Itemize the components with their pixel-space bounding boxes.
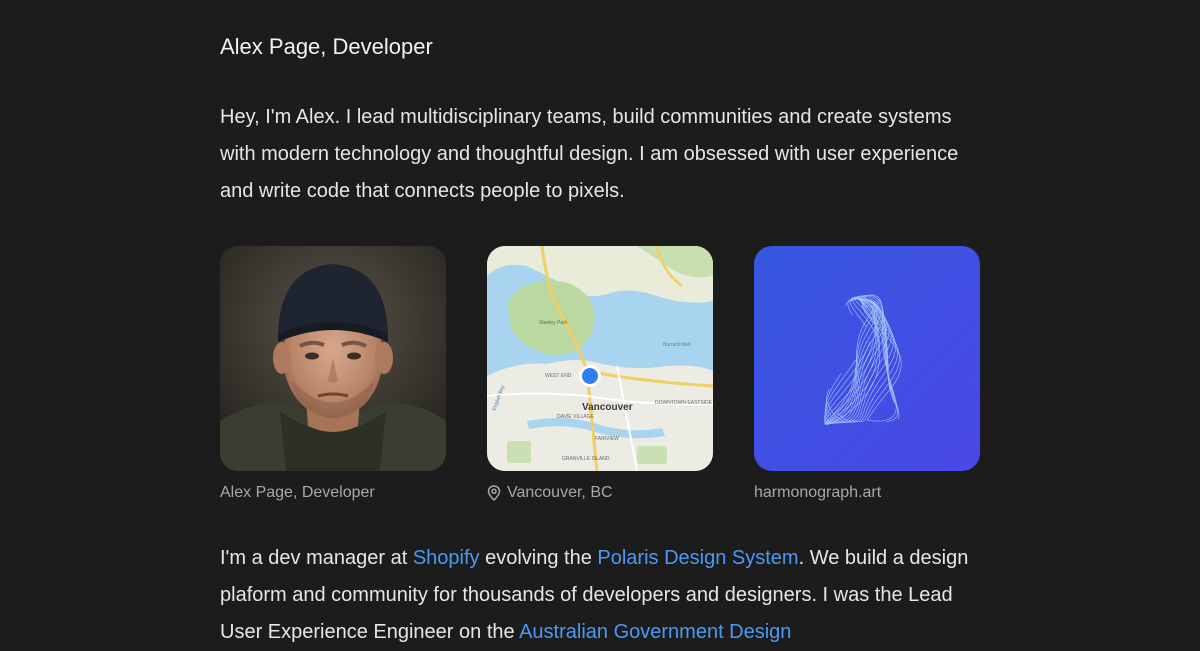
map-label-west-end: WEST END: [545, 373, 572, 379]
portrait-caption-text: Alex Page, Developer: [220, 484, 375, 501]
map-label-downtown: DOWNTOWN EASTSIDE: [655, 400, 713, 406]
map-label-davie-village: DAVIE VILLAGE: [557, 414, 595, 420]
bio-text-1: I'm a dev manager at: [220, 547, 413, 569]
harmonograph-art: [754, 246, 980, 471]
intro-paragraph: Hey, I'm Alex. I lead multidisciplinary …: [220, 106, 959, 202]
bio-paragraph: I'm a dev manager at Shopify evolving th…: [220, 540, 990, 651]
harmonograph-caption: harmonograph.art: [754, 483, 881, 503]
page-title: Alex Page, Developer: [220, 34, 433, 59]
harmonograph-caption-text: harmonograph.art: [754, 484, 882, 501]
map-label-vancouver: Vancouver: [582, 402, 633, 413]
bio-text-2: evolving the: [479, 547, 598, 569]
portrait-tile[interactable]: Alex Page, Developer: [220, 246, 446, 501]
portrait-photo: [220, 246, 446, 471]
polaris-link[interactable]: Polaris Design System: [597, 547, 798, 569]
map-label-burrard-inlet: Burrard Inlet: [663, 342, 691, 348]
tile-grid: Alex Page, Developer Stanley Park Burrar…: [220, 246, 980, 516]
map-label-granville-island: GRANVILLE ISLAND: [562, 456, 610, 462]
portrait-caption: Alex Page, Developer: [220, 483, 375, 503]
map-caption: Vancouver, BC: [487, 483, 613, 503]
map-vancouver: Stanley Park Burrard Inlet English Bay W…: [487, 246, 713, 471]
map-tile[interactable]: Stanley Park Burrard Inlet English Bay W…: [487, 246, 713, 502]
map-label-stanley-park: Stanley Park: [539, 320, 568, 326]
map-label-fairview: FAIRVIEW: [595, 436, 619, 442]
harmonograph-tile[interactable]: harmonograph.art: [754, 246, 980, 501]
location-pin-icon: [487, 485, 501, 502]
map-caption-text: Vancouver, BC: [507, 484, 613, 501]
agds-link[interactable]: Australian Government Design: [519, 621, 791, 643]
shopify-link[interactable]: Shopify: [413, 547, 480, 569]
